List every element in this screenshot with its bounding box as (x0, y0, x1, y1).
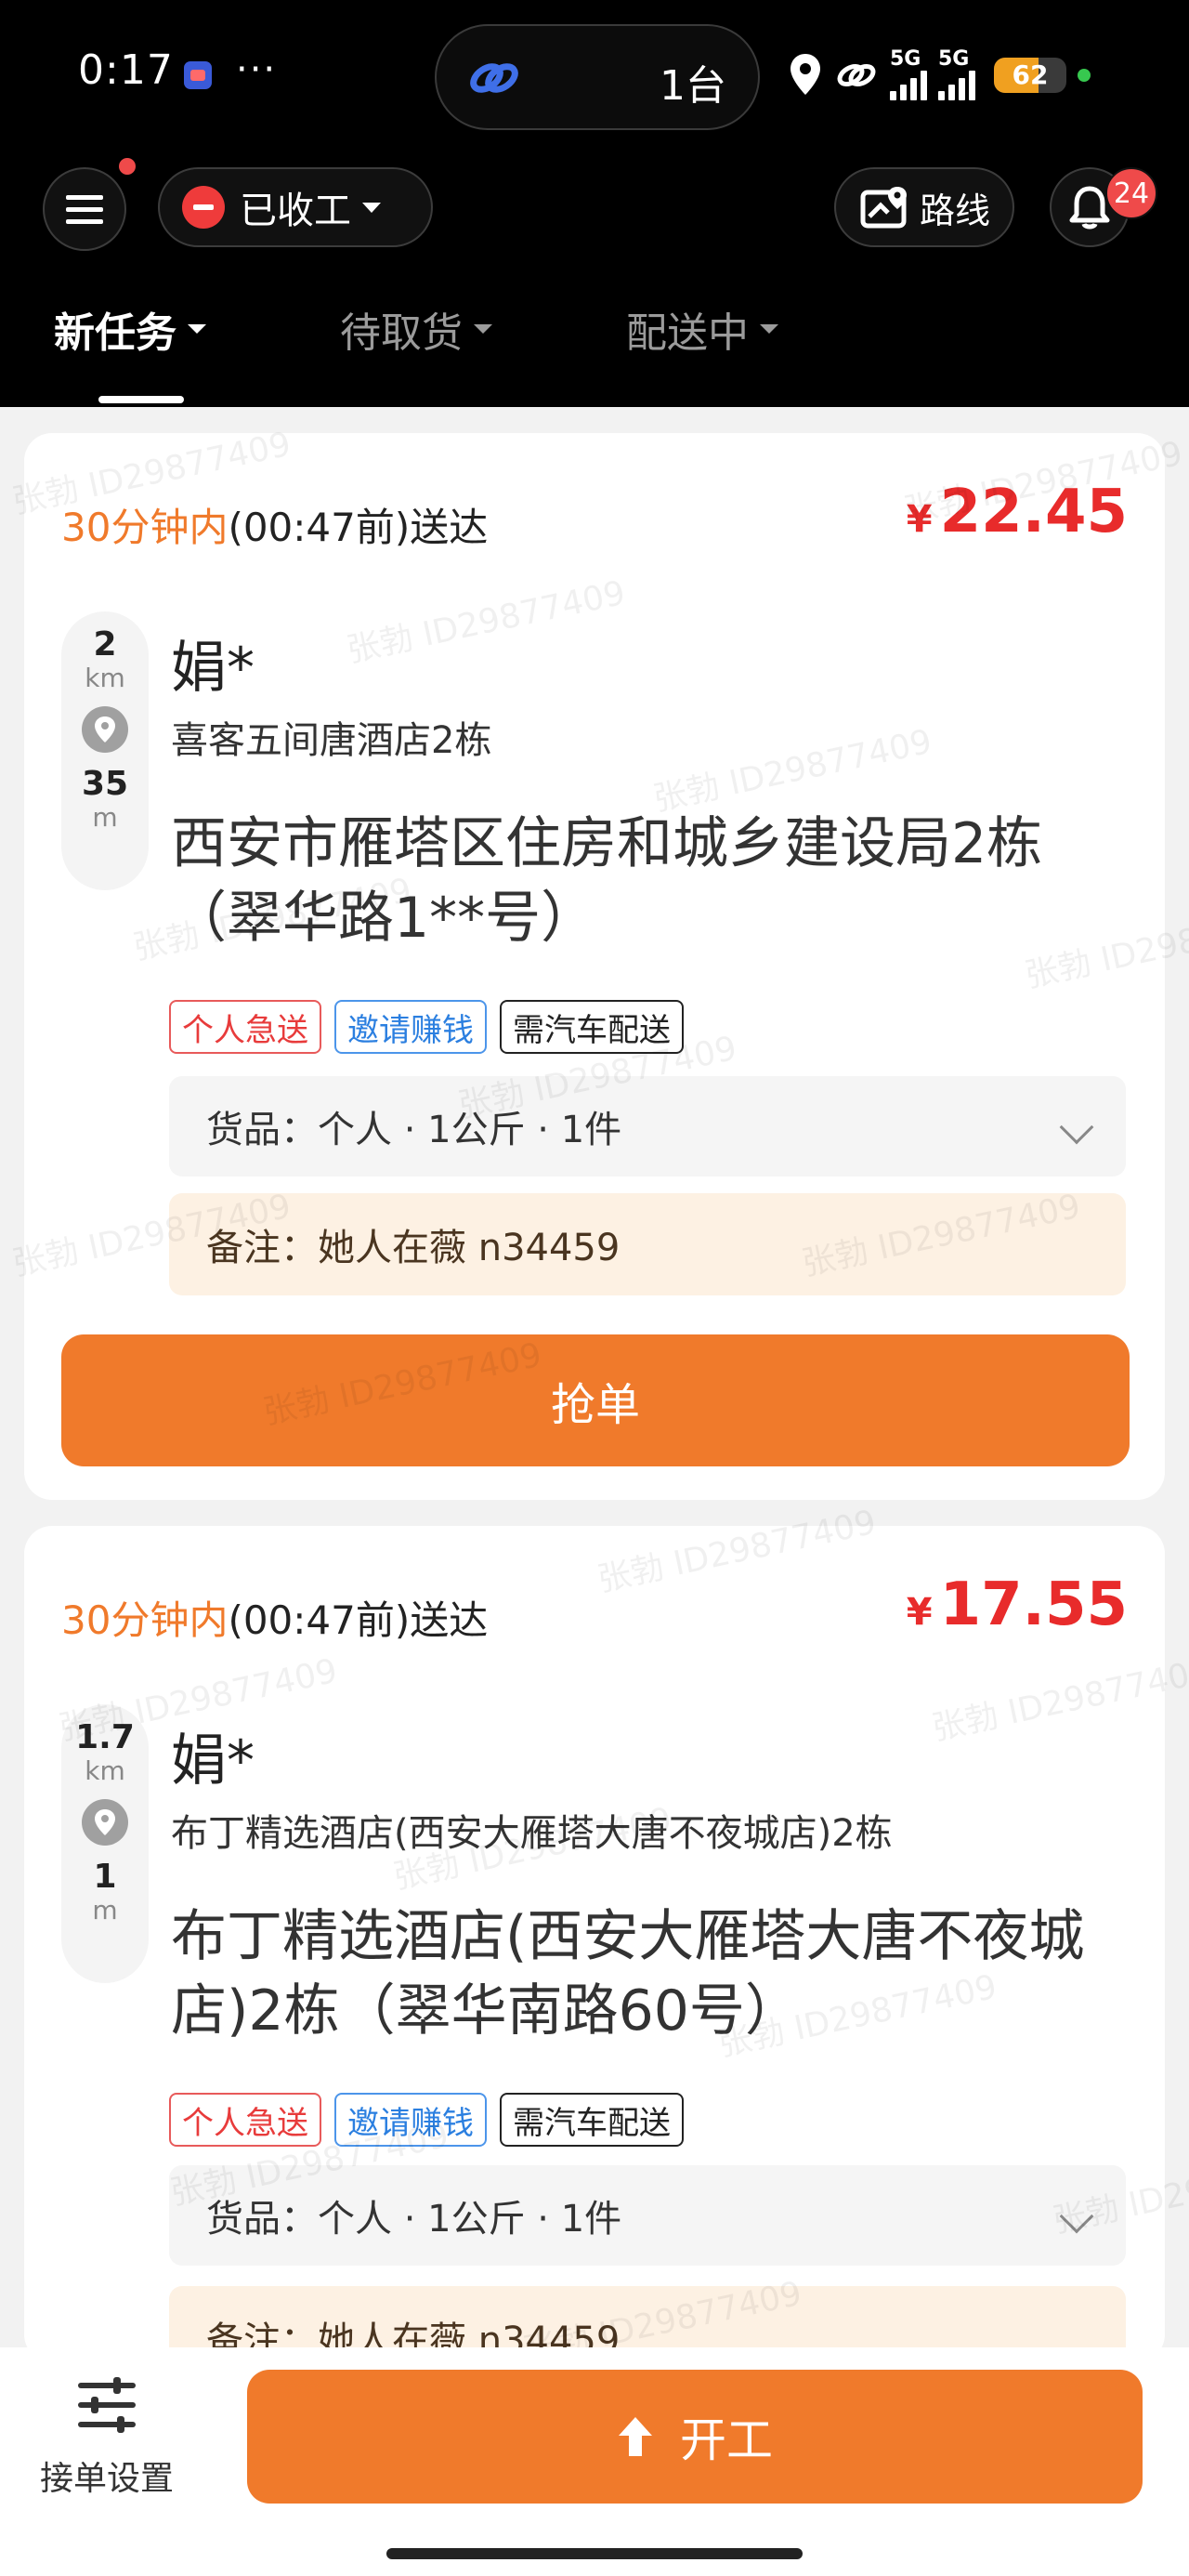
app-notification-icon (184, 61, 212, 89)
menu-unread-dot (119, 158, 136, 175)
distance-indicator: 1.7 km 1 m (61, 1704, 149, 1983)
tag-invite[interactable]: 邀请赚钱 (334, 1000, 487, 1054)
tag-car-delivery: 需汽车配送 (500, 1000, 684, 1054)
location-icon (790, 54, 820, 95)
order-price: ¥22.45 (906, 478, 1128, 546)
menu-button[interactable] (43, 167, 126, 251)
tag-car-delivery: 需汽车配送 (500, 2093, 684, 2147)
sender-name: 娟* (171, 636, 255, 701)
order-settings-label: 接单设置 (39, 2460, 174, 2498)
order-settings-button[interactable]: 接单设置 (28, 2375, 186, 2500)
goods-info-expander[interactable]: 货品：个人 · 1公斤 · 1件 (169, 1076, 1126, 1176)
link-icon (470, 63, 518, 93)
tag-urgent: 个人急送 (169, 1000, 321, 1054)
delivery-deadline: 30分钟内(00:47前)送达 (61, 505, 489, 550)
bottom-bar: 接单设置 开工 (0, 2347, 1189, 2576)
order-tags: 个人急送 邀请赚钱 需汽车配送 (169, 1000, 684, 1054)
order-note: 备注：她人在薇 n34459 (169, 1193, 1126, 1295)
dynamic-island[interactable]: 1台 (435, 24, 760, 130)
map-route-icon (860, 187, 907, 229)
sender-name: 娟* (171, 1728, 255, 1794)
stop-icon (182, 186, 225, 229)
order-card[interactable]: 30分钟内(00:47前)送达 ¥22.45 2 km 35 m 娟* 喜客五间… (24, 433, 1165, 1500)
status-icons: 5G 5G 62 (788, 43, 1091, 108)
tag-urgent: 个人急送 (169, 2093, 321, 2147)
delivery-address: 西安市雁塔区住房和城乡建设局2栋（翠华路1**号） (171, 811, 1043, 951)
order-tags: 个人急送 邀请赚钱 需汽车配送 (169, 2093, 684, 2147)
bell-icon (1069, 186, 1110, 230)
home-indicator[interactable] (386, 2548, 803, 2559)
work-status-label: 已收工 (240, 190, 351, 232)
battery-icon: 62 (994, 58, 1066, 93)
order-price: ¥17.55 (906, 1571, 1128, 1639)
task-tabs: 新任务 待取货 配送中 (0, 299, 1189, 383)
grab-order-button[interactable]: 抢单 (61, 1334, 1130, 1466)
charging-dot (1078, 69, 1091, 82)
chevron-down-icon (362, 202, 381, 213)
pickup-address: 布丁精选酒店(西安大雁塔大唐不夜城店)2栋 (171, 1812, 893, 1855)
location-pin-icon (82, 706, 128, 753)
chevron-down-icon (1059, 2199, 1094, 2234)
signal-2: 5G (938, 49, 975, 100)
top-header: 0:17 ··· 1台 5G 5G 62 已收工 路线 24 新任务 待取货 配… (0, 0, 1189, 407)
status-bar: 0:17 ··· 1台 5G 5G 62 (0, 0, 1189, 149)
tab-pending-pickup[interactable]: 待取货 (340, 299, 492, 359)
work-status-dropdown[interactable]: 已收工 (158, 167, 433, 247)
tab-delivering[interactable]: 配送中 (626, 299, 778, 359)
delivery-deadline: 30分钟内(00:47前)送达 (61, 1597, 489, 1643)
location-pin-icon (82, 1799, 128, 1846)
route-label: 路线 (920, 190, 991, 231)
chevron-down-icon (188, 324, 206, 334)
delivery-address: 布丁精选酒店(西安大雁塔大唐不夜城店)2栋（翠华南路60号） (171, 1904, 1085, 2044)
notification-count-badge: 24 (1105, 167, 1157, 219)
chevron-down-icon (474, 324, 492, 334)
arrow-up-icon (619, 2417, 652, 2456)
signal-bars-icon (938, 69, 975, 100)
pickup-address: 喜客五间唐酒店2栋 (171, 719, 492, 762)
start-work-button[interactable]: 开工 (247, 2370, 1143, 2504)
tag-invite[interactable]: 邀请赚钱 (334, 2093, 487, 2147)
distance-indicator: 2 km 35 m (61, 611, 149, 890)
tab-indicator (98, 396, 184, 403)
tab-new-tasks[interactable]: 新任务 (54, 299, 206, 359)
hotspot-link-icon (837, 64, 876, 86)
goods-info-expander[interactable]: 货品：个人 · 1公斤 · 1件 (169, 2165, 1126, 2266)
more-notifications-icon: ··· (236, 48, 278, 91)
sliders-icon (78, 2377, 136, 2433)
signal-1: 5G (890, 49, 927, 100)
island-count: 1台 (660, 62, 726, 110)
route-button[interactable]: 路线 (834, 167, 1014, 247)
start-work-label: 开工 (680, 2413, 773, 2467)
status-time: 0:17 (78, 46, 174, 94)
chevron-down-icon (1059, 1110, 1094, 1145)
signal-bars-icon (890, 69, 927, 100)
order-card[interactable]: 30分钟内(00:47前)送达 ¥17.55 1.7 km 1 m 娟* 布丁精… (24, 1526, 1165, 2362)
chevron-down-icon (760, 324, 778, 334)
